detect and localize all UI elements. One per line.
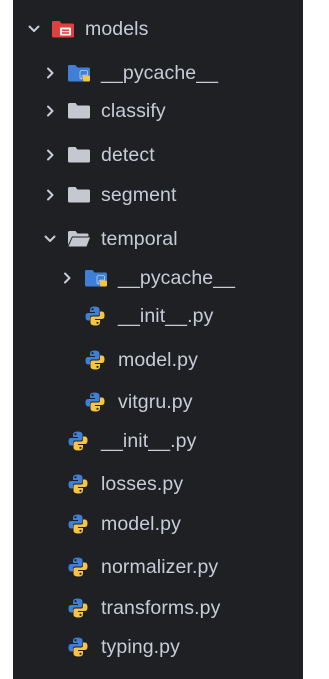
tree-item-label: vitgru.py xyxy=(118,390,193,413)
tree-item-temporal-init[interactable]: __init__.py xyxy=(13,299,303,333)
tree-item-classify[interactable]: classify xyxy=(13,94,303,128)
file-explorer-panel: models __pycache__ classify detect segme… xyxy=(13,0,303,679)
chevron-down-icon[interactable] xyxy=(23,12,45,46)
folder-open-icon xyxy=(67,222,93,256)
tree-item-init[interactable]: __init__.py xyxy=(13,424,303,458)
tree-item-temporal[interactable]: temporal xyxy=(13,222,303,256)
folder-python-icon xyxy=(84,261,110,295)
chevron-right-icon[interactable] xyxy=(39,94,61,128)
python-file-icon xyxy=(67,591,93,625)
tree-item-label: transforms.py xyxy=(101,596,221,619)
python-file-icon xyxy=(84,343,110,377)
python-file-icon xyxy=(67,424,93,458)
tree-item-label: classify xyxy=(101,99,166,122)
tree-item-label: __pycache__ xyxy=(118,266,236,289)
folder-icon xyxy=(67,138,93,172)
tree-item-label: segment xyxy=(101,183,177,206)
python-file-icon xyxy=(84,299,110,333)
tree-item-label: normalizer.py xyxy=(101,555,219,578)
tree-item-label: model.py xyxy=(118,348,198,371)
tree-item-segment[interactable]: segment xyxy=(13,178,303,212)
tree-item-losses[interactable]: losses.py xyxy=(13,467,303,501)
chevron-right-icon[interactable] xyxy=(39,178,61,212)
tree-item-label: typing.py xyxy=(101,635,180,658)
folder-open-models-icon xyxy=(51,12,77,46)
folder-icon xyxy=(67,178,93,212)
tree-item-models[interactable]: models xyxy=(13,12,303,46)
tree-item-detect[interactable]: detect xyxy=(13,138,303,172)
python-file-icon xyxy=(67,507,93,541)
folder-icon xyxy=(67,94,93,128)
chevron-down-icon[interactable] xyxy=(39,222,61,256)
tree-item-label: detect xyxy=(101,143,155,166)
tree-item-label: __pycache__ xyxy=(101,61,219,84)
tree-item-label: models xyxy=(85,17,149,40)
tree-item-typing[interactable]: typing.py xyxy=(13,630,303,664)
tree-item-label: __init__.py xyxy=(101,429,197,452)
folder-python-icon xyxy=(67,56,93,90)
tree-item-label: model.py xyxy=(101,512,181,535)
tree-item-temporal-pycache[interactable]: __pycache__ xyxy=(13,261,303,295)
python-file-icon xyxy=(67,550,93,584)
tree-item-pycache[interactable]: __pycache__ xyxy=(13,56,303,90)
tree-item-label: __init__.py xyxy=(118,304,214,327)
tree-item-label: losses.py xyxy=(101,472,184,495)
tree-item-label: temporal xyxy=(101,227,178,250)
tree-item-normalizer[interactable]: normalizer.py xyxy=(13,550,303,584)
tree-item-temporal-vitgru[interactable]: vitgru.py xyxy=(13,385,303,419)
chevron-right-icon[interactable] xyxy=(39,56,61,90)
tree-item-transforms[interactable]: transforms.py xyxy=(13,591,303,625)
tree-item-temporal-model[interactable]: model.py xyxy=(13,343,303,377)
python-file-icon xyxy=(84,385,110,419)
chevron-right-icon[interactable] xyxy=(39,138,61,172)
tree-item-model[interactable]: model.py xyxy=(13,507,303,541)
chevron-right-icon[interactable] xyxy=(56,261,78,295)
python-file-icon xyxy=(67,467,93,501)
python-file-icon xyxy=(67,630,93,664)
